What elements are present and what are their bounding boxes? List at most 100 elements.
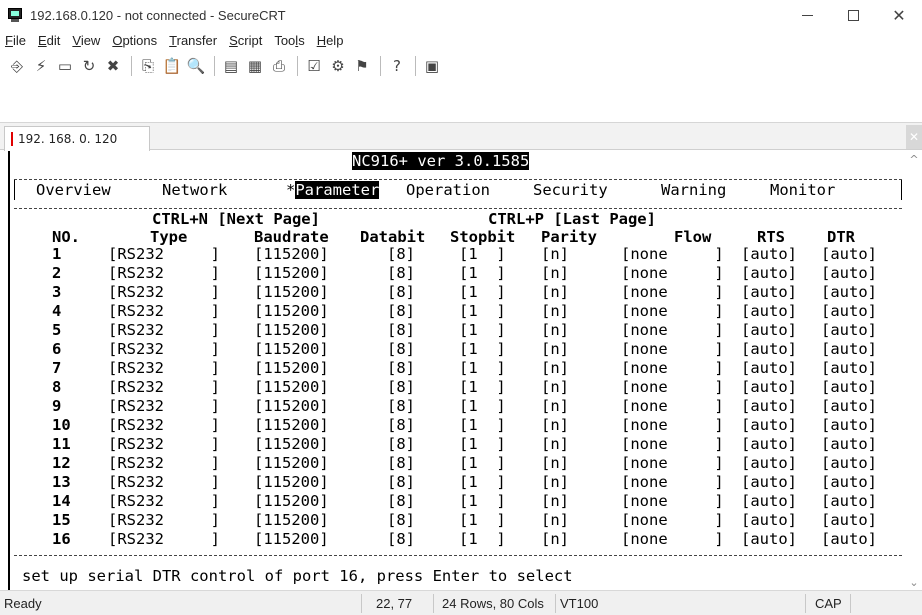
cell-flow[interactable]: [none ] xyxy=(621,340,724,358)
cell-flow[interactable]: [none ] xyxy=(621,454,724,472)
cell-type[interactable]: [RS232 ] xyxy=(108,435,220,453)
cell-baud[interactable]: [115200] xyxy=(254,302,329,320)
cell-type[interactable]: [RS232 ] xyxy=(108,511,220,529)
menu-item[interactable]: Tools xyxy=(268,33,310,48)
menu-item[interactable]: Edit xyxy=(32,33,66,48)
cell-flow[interactable]: [none ] xyxy=(621,302,724,320)
cell-databit[interactable]: [8] xyxy=(387,492,415,510)
cell-dtr[interactable]: [auto] xyxy=(821,283,877,301)
cell-baud[interactable]: [115200] xyxy=(254,397,329,415)
help-button[interactable]: ? xyxy=(386,55,408,77)
cell-databit[interactable]: [8] xyxy=(387,530,415,548)
cell-flow[interactable]: [none ] xyxy=(621,473,724,491)
cell-stopbit[interactable]: [1 ] xyxy=(459,359,506,377)
cell-dtr[interactable]: [auto] xyxy=(821,302,877,320)
cell-flow[interactable]: [none ] xyxy=(621,492,724,510)
cell-rts[interactable]: [auto] xyxy=(741,302,797,320)
cell-parity[interactable]: [n] xyxy=(541,245,569,263)
cell-type[interactable]: [RS232 ] xyxy=(108,492,220,510)
cell-dtr[interactable]: [auto] xyxy=(821,378,877,396)
disconnect-button[interactable]: ✖ xyxy=(102,55,124,77)
session-options-button[interactable]: ☑ xyxy=(303,55,325,77)
cell-stopbit[interactable]: [1 ] xyxy=(459,530,506,548)
global-options-button[interactable]: ⚙ xyxy=(327,55,349,77)
cell-databit[interactable]: [8] xyxy=(387,359,415,377)
print-button[interactable]: ⎙ xyxy=(268,55,290,77)
cell-rts[interactable]: [auto] xyxy=(741,435,797,453)
cell-parity[interactable]: [n] xyxy=(541,302,569,320)
cell-stopbit[interactable]: [1 ] xyxy=(459,454,506,472)
terminal-screen[interactable]: NC916+ ver 3.0.1585 Overview Network *Para… xyxy=(8,151,906,590)
cell-dtr[interactable]: [auto] xyxy=(821,264,877,282)
cell-parity[interactable]: [n] xyxy=(541,416,569,434)
cell-rts[interactable]: [auto] xyxy=(741,378,797,396)
cell-databit[interactable]: [8] xyxy=(387,378,415,396)
cell-databit[interactable]: [8] xyxy=(387,397,415,415)
cell-dtr[interactable]: [auto] xyxy=(821,397,877,415)
cell-parity[interactable]: [n] xyxy=(541,511,569,529)
cell-baud[interactable]: [115200] xyxy=(254,454,329,472)
cell-flow[interactable]: [none ] xyxy=(621,530,724,548)
cell-type[interactable]: [RS232 ] xyxy=(108,340,220,358)
cell-parity[interactable]: [n] xyxy=(541,359,569,377)
cell-flow[interactable]: [none ] xyxy=(621,321,724,339)
cell-databit[interactable]: [8] xyxy=(387,321,415,339)
cell-baud[interactable]: [115200] xyxy=(254,340,329,358)
menu-item[interactable]: Options xyxy=(106,33,163,48)
cell-dtr[interactable]: [auto] xyxy=(821,473,877,491)
cell-databit[interactable]: [8] xyxy=(387,511,415,529)
scroll-down-button[interactable]: ⌄ xyxy=(906,574,922,590)
connect-in-tab-button[interactable]: ▭ xyxy=(54,55,76,77)
find-button[interactable]: 🔍 xyxy=(185,55,207,77)
cell-type[interactable]: [RS232 ] xyxy=(108,397,220,415)
cell-rts[interactable]: [auto] xyxy=(741,340,797,358)
minimize-button[interactable] xyxy=(784,0,830,30)
cell-databit[interactable]: [8] xyxy=(387,473,415,491)
cell-rts[interactable]: [auto] xyxy=(741,283,797,301)
cell-rts[interactable]: [auto] xyxy=(741,264,797,282)
cell-baud[interactable]: [115200] xyxy=(254,530,329,548)
cell-stopbit[interactable]: [1 ] xyxy=(459,283,506,301)
terminal-tab-operation[interactable]: Operation xyxy=(406,181,490,199)
cell-type[interactable]: [RS232 ] xyxy=(108,378,220,396)
cell-flow[interactable]: [none ] xyxy=(621,435,724,453)
reconnect-button[interactable]: ↻ xyxy=(78,55,100,77)
cell-stopbit[interactable]: [1 ] xyxy=(459,302,506,320)
cell-parity[interactable]: [n] xyxy=(541,340,569,358)
cell-rts[interactable]: [auto] xyxy=(741,321,797,339)
cell-flow[interactable]: [none ] xyxy=(621,397,724,415)
quick-connect-button[interactable]: ⚡ xyxy=(30,55,52,77)
cell-dtr[interactable]: [auto] xyxy=(821,511,877,529)
paste-button[interactable]: 📋 xyxy=(161,55,183,77)
connect-button[interactable]: ⎆ xyxy=(6,55,28,77)
cell-rts[interactable]: [auto] xyxy=(741,454,797,472)
cell-flow[interactable]: [none ] xyxy=(621,264,724,282)
cell-type[interactable]: [RS232 ] xyxy=(108,264,220,282)
cell-stopbit[interactable]: [1 ] xyxy=(459,264,506,282)
cell-stopbit[interactable]: [1 ] xyxy=(459,435,506,453)
cell-flow[interactable]: [none ] xyxy=(621,416,724,434)
session-tab[interactable]: 192. 168. 0. 120 xyxy=(4,126,150,151)
cell-dtr[interactable]: [auto] xyxy=(821,454,877,472)
terminal-tab-security[interactable]: Security xyxy=(533,181,608,199)
cell-baud[interactable]: [115200] xyxy=(254,492,329,510)
cell-stopbit[interactable]: [1 ] xyxy=(459,378,506,396)
cell-type[interactable]: [RS232 ] xyxy=(108,454,220,472)
cell-parity[interactable]: [n] xyxy=(541,321,569,339)
cell-databit[interactable]: [8] xyxy=(387,245,415,263)
close-button[interactable]: ✕ xyxy=(876,0,922,30)
cell-parity[interactable]: [n] xyxy=(541,492,569,510)
cell-dtr[interactable]: [auto] xyxy=(821,321,877,339)
cell-parity[interactable]: [n] xyxy=(541,530,569,548)
cell-databit[interactable]: [8] xyxy=(387,340,415,358)
cell-dtr[interactable]: [auto] xyxy=(821,435,877,453)
cell-parity[interactable]: [n] xyxy=(541,378,569,396)
cell-baud[interactable]: [115200] xyxy=(254,435,329,453)
cell-parity[interactable]: [n] xyxy=(541,283,569,301)
cell-baud[interactable]: [115200] xyxy=(254,264,329,282)
cell-stopbit[interactable]: [1 ] xyxy=(459,416,506,434)
cell-rts[interactable]: [auto] xyxy=(741,397,797,415)
terminal-tab-warning[interactable]: Warning xyxy=(661,181,726,199)
cell-stopbit[interactable]: [1 ] xyxy=(459,473,506,491)
cell-baud[interactable]: [115200] xyxy=(254,283,329,301)
